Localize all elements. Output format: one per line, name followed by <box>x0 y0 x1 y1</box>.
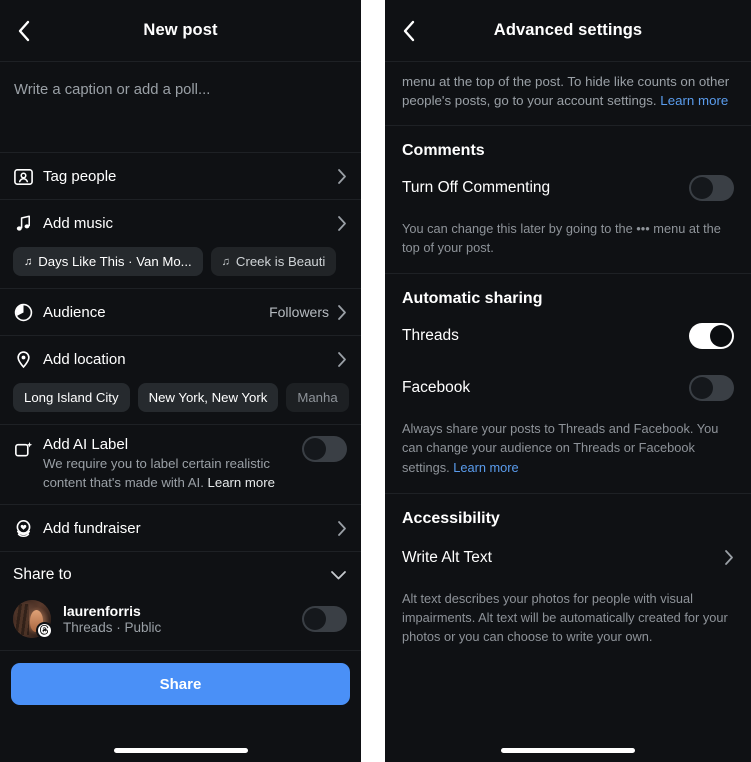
back-button[interactable] <box>2 9 46 53</box>
toggle-knob <box>710 325 732 348</box>
learn-more-link[interactable]: Learn more <box>208 475 275 490</box>
ai-label-text: Add AI Label We require you to label cer… <box>43 436 302 492</box>
chevron-down-icon <box>330 570 347 581</box>
music-suggestion-label: Days Like This · Van Mo... <box>38 254 192 269</box>
accessibility-section-title: Accessibility <box>402 509 500 527</box>
learn-more-link[interactable]: Learn more <box>660 93 728 108</box>
toggle-knob <box>304 438 326 460</box>
chevron-right-icon <box>337 520 347 537</box>
account-username: laurenforris <box>63 603 141 620</box>
add-ai-label-row[interactable]: Add AI Label We require you to label cer… <box>0 425 361 506</box>
comments-description: You can change this later by going to th… <box>385 209 751 275</box>
left-nav-bar: New post <box>0 0 361 62</box>
comments-section-title: Comments <box>402 141 485 159</box>
location-chip[interactable]: Long Island City <box>13 383 130 412</box>
location-chip-label: Long Island City <box>24 390 119 405</box>
location-chip[interactable]: New York, New York <box>137 383 279 412</box>
chevron-right-icon <box>724 549 734 566</box>
add-location-label: Add location <box>43 351 126 368</box>
ai-label-description: We require you to label certain realisti… <box>43 455 290 492</box>
avatar <box>13 600 53 640</box>
screenshot-stage: New post Write a caption or add a poll..… <box>0 0 751 762</box>
right-nav-bar: Advanced settings <box>385 0 751 62</box>
chevron-right-icon <box>337 215 347 232</box>
location-chip-label: Manha <box>297 390 338 405</box>
ai-label-toggle[interactable] <box>302 436 347 462</box>
share-to-header[interactable]: Share to <box>0 552 361 596</box>
new-post-screen: New post Write a caption or add a poll..… <box>0 0 361 762</box>
page-title: New post <box>143 21 218 39</box>
location-chip[interactable]: Manha <box>286 383 349 412</box>
account-subtitle: Threads · Public <box>63 620 162 636</box>
write-alt-text-label: Write Alt Text <box>402 548 492 566</box>
caption-input-area[interactable]: Write a caption or add a poll... <box>0 62 361 153</box>
toggle-knob <box>691 377 713 400</box>
page-title: Advanced settings <box>493 21 643 39</box>
toggle-knob <box>691 176 713 199</box>
add-music-label: Add music <box>43 215 114 232</box>
music-note-icon <box>13 213 43 234</box>
tag-people-row[interactable]: Tag people <box>0 153 361 200</box>
location-chip-label: New York, New York <box>148 390 268 405</box>
tag-people-icon <box>13 166 43 187</box>
music-suggestion-chip[interactable]: ♫ Days Like This · Van Mo... <box>13 247 203 276</box>
audience-icon <box>13 302 43 323</box>
panel-gap <box>361 0 385 762</box>
back-button[interactable] <box>387 9 431 53</box>
threads-sharing-row[interactable]: Threads <box>385 315 751 357</box>
music-suggestion-chip[interactable]: ♫ Creek is Beauti <box>210 247 337 276</box>
turn-off-commenting-toggle[interactable] <box>689 174 734 201</box>
add-fundraiser-label: Add fundraiser <box>43 519 141 537</box>
audience-value: Followers <box>269 304 329 320</box>
audience-label: Audience <box>43 303 106 321</box>
ai-label-title: Add AI Label <box>43 436 129 453</box>
share-button[interactable]: Share <box>11 663 350 706</box>
chevron-right-icon <box>337 168 347 185</box>
write-alt-text-row[interactable]: Write Alt Text <box>385 535 751 575</box>
learn-more-link[interactable]: Learn more <box>453 460 518 475</box>
home-indicator <box>0 748 361 753</box>
automatic-sharing-description: Always share your posts to Threads and F… <box>385 409 751 494</box>
add-location-block: Add location Long Island City New York, … <box>0 336 361 425</box>
ai-sparkle-icon <box>13 436 43 460</box>
like-counts-description: menu at the top of the post. To hide lik… <box>385 62 751 126</box>
add-music-block: Add music ♫ Days Like This · Van Mo... ♫… <box>0 200 361 289</box>
facebook-label: Facebook <box>402 379 471 397</box>
caption-placeholder: Write a caption or add a poll... <box>14 82 211 98</box>
add-fundraiser-row[interactable]: Add fundraiser <box>0 505 361 553</box>
chevron-right-icon <box>337 304 347 321</box>
accessibility-description: Alt text describes your photos for peopl… <box>402 590 728 645</box>
chevron-left-icon <box>402 20 416 42</box>
automatic-sharing-section-title: Automatic sharing <box>402 290 543 308</box>
automatic-sharing-description-text: Always share your posts to Threads and F… <box>402 421 719 475</box>
facebook-toggle[interactable] <box>689 375 734 402</box>
advanced-settings-screen: Advanced settings menu at the top of the… <box>385 0 751 762</box>
music-note-icon: ♫ <box>221 255 230 268</box>
share-to-label: Share to <box>13 566 72 584</box>
add-location-row[interactable]: Add location <box>0 336 361 383</box>
turn-off-commenting-label: Turn Off Commenting <box>402 178 551 196</box>
tag-people-label: Tag people <box>43 167 117 185</box>
location-pin-icon <box>13 349 43 370</box>
home-indicator <box>385 748 751 753</box>
chevron-left-icon <box>17 20 31 42</box>
music-suggestion-chips: ♫ Days Like This · Van Mo... ♫ Creek is … <box>0 247 361 288</box>
turn-off-commenting-row[interactable]: Turn Off Commenting <box>385 167 751 209</box>
threads-toggle[interactable] <box>689 323 734 350</box>
location-suggestion-chips: Long Island City New York, New York Manh… <box>0 383 361 424</box>
facebook-sharing-row[interactable]: Facebook <box>385 357 751 409</box>
share-account-row[interactable]: laurenforris Threads · Public <box>0 596 361 652</box>
share-account-toggle[interactable] <box>302 606 347 633</box>
threads-label: Threads <box>402 327 459 345</box>
music-note-icon: ♫ <box>24 255 33 268</box>
threads-logo-icon <box>36 622 53 640</box>
account-text: laurenforris Threads · Public <box>63 603 302 635</box>
toggle-knob <box>304 608 326 631</box>
audience-row[interactable]: Audience Followers <box>0 289 361 336</box>
fundraiser-heart-icon <box>13 518 43 539</box>
add-music-row[interactable]: Add music <box>0 200 361 247</box>
music-suggestion-label: Creek is Beauti <box>235 254 326 269</box>
chevron-right-icon <box>337 351 347 368</box>
